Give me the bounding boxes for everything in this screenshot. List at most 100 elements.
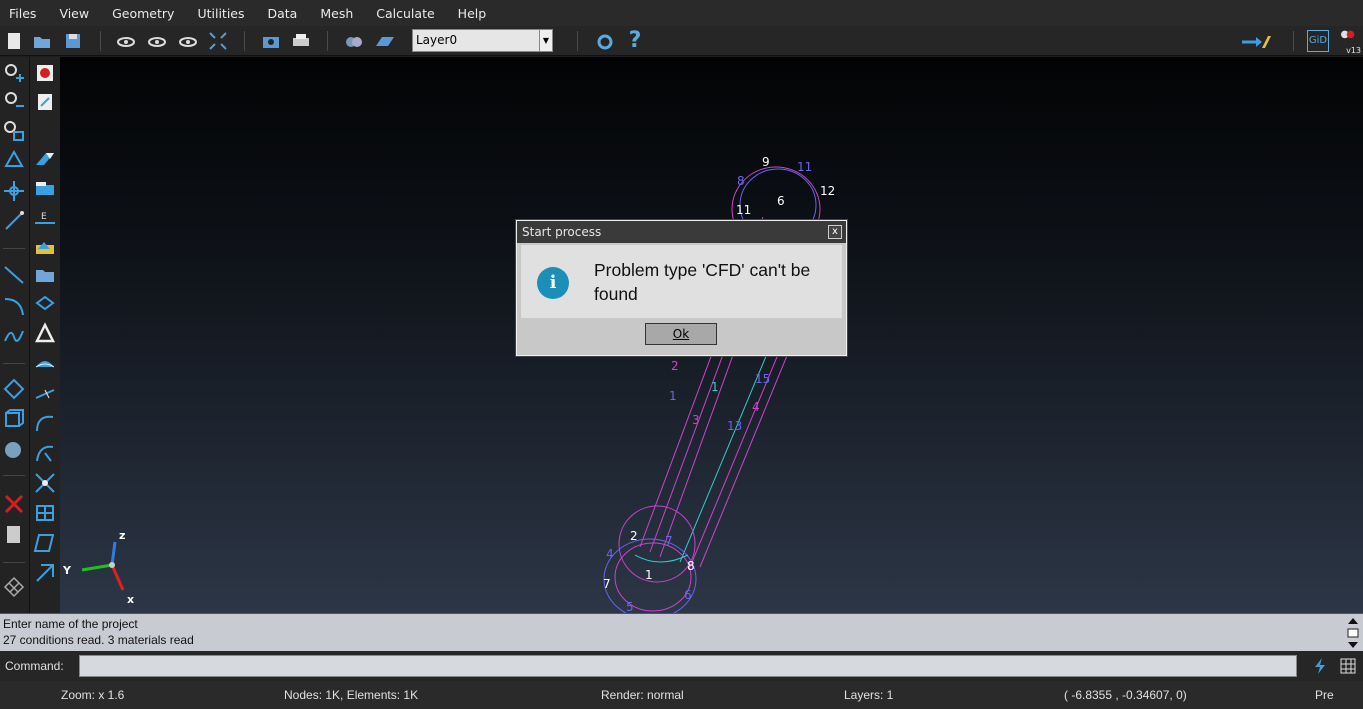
axis-triad (81, 541, 125, 591)
layer-select-value: Layer0 (413, 30, 539, 51)
edit-e-icon[interactable]: E (33, 207, 57, 231)
point-snap-icon[interactable] (33, 291, 57, 315)
curve-edit-icon[interactable] (33, 411, 57, 435)
folder-icon[interactable] (33, 263, 57, 287)
line-icon[interactable] (2, 263, 26, 287)
dialog-message: Problem type 'CFD' can't be found (594, 260, 811, 304)
close-icon[interactable]: x (828, 225, 842, 239)
line-label: 13 (727, 419, 743, 433)
delete-x-icon[interactable] (2, 492, 26, 516)
start-process-dialog: Start process x i Problem type 'CFD' can… (516, 220, 847, 356)
line-label: 15 (755, 372, 771, 386)
toolbar: Layer0 ▼ ? GiD v13 (0, 26, 1363, 56)
intersect-icon[interactable] (33, 471, 57, 495)
curve-split-icon[interactable] (33, 441, 57, 465)
status-render[interactable]: Render: normal (601, 688, 684, 702)
line-label: 1 (669, 389, 677, 403)
menu-mesh[interactable]: Mesh (313, 6, 359, 21)
view-options-icon[interactable] (177, 30, 199, 52)
triangle-tool-icon[interactable] (33, 321, 57, 345)
nurbs-line-icon[interactable] (2, 323, 26, 347)
line-label: 1 (711, 380, 719, 394)
ok-button[interactable]: Ok (645, 323, 717, 345)
line-label: 7 (665, 534, 673, 548)
info-icon: i (537, 267, 569, 299)
grid-icon[interactable] (1338, 656, 1358, 676)
status-coordinates: ( -6.8355 , -0.34607, 0) (1064, 688, 1187, 702)
point-label: 7 (603, 577, 611, 591)
command-bar: Command: (0, 651, 1363, 681)
lightning-icon[interactable] (1310, 656, 1330, 676)
axis-label-x: x (127, 593, 135, 606)
menu-bar: Files View Geometry Utilities Data Mesh … (0, 0, 1363, 26)
left-toolbar-2: E (29, 57, 60, 613)
sphere-icon[interactable] (2, 437, 26, 461)
menu-geometry[interactable]: Geometry (105, 6, 180, 21)
zoom-window-icon[interactable] (2, 119, 26, 143)
gid-badge[interactable]: GiD (1307, 30, 1329, 52)
pan-icon[interactable] (2, 179, 26, 203)
menu-view[interactable]: View (52, 6, 95, 21)
surface-skew-icon[interactable] (33, 531, 57, 555)
transfer-arrow-icon[interactable] (1240, 30, 1274, 52)
point-label: 1 (645, 568, 653, 582)
import-layer-icon[interactable] (33, 235, 57, 259)
output-console: Enter name of the project 27 conditions … (0, 613, 1363, 651)
point-label: 6 (777, 194, 785, 208)
view-eye-icon[interactable] (115, 30, 137, 52)
point-label: 9 (762, 155, 770, 169)
line-label: 4 (752, 400, 760, 414)
gid-version-logo[interactable]: v13 (1335, 30, 1361, 55)
zoom-in-icon[interactable] (2, 61, 26, 85)
transform-icon[interactable] (33, 561, 57, 585)
status-layers: Layers: 1 (844, 688, 894, 702)
output-scrollbar[interactable] (1346, 616, 1360, 650)
line-label: 2 (671, 359, 679, 373)
status-nodes: Nodes: 1K, Elements: 1K (284, 688, 419, 702)
menu-help[interactable]: Help (451, 6, 493, 21)
zoom-frame-icon[interactable] (207, 30, 229, 52)
layer-select[interactable]: Layer0 ▼ (412, 29, 553, 52)
left-toolbar-1 (0, 57, 29, 613)
menu-utilities[interactable]: Utilities (190, 6, 250, 21)
menu-calculate[interactable]: Calculate (369, 6, 440, 21)
line-label: 11 (797, 160, 813, 174)
print-icon[interactable] (290, 30, 312, 52)
surface-icon[interactable] (2, 377, 26, 401)
eraser-icon[interactable] (33, 147, 57, 171)
save-icon[interactable] (62, 30, 84, 52)
mesh-surface-icon[interactable] (33, 351, 57, 375)
layer-plane-icon[interactable] (374, 30, 396, 52)
redraw-icon[interactable] (2, 149, 26, 173)
list-icon[interactable] (2, 523, 26, 547)
zoom-out-icon[interactable] (2, 89, 26, 113)
volume-icon[interactable] (2, 407, 26, 431)
render-icon[interactable] (343, 30, 365, 52)
arrow-line-icon[interactable] (33, 381, 57, 405)
line-label: 3 (692, 413, 700, 427)
rotate-view-icon[interactable] (146, 30, 168, 52)
command-input[interactable] (79, 655, 1297, 677)
status-zoom: Zoom: x 1.6 (61, 688, 125, 702)
menu-files[interactable]: Files (2, 6, 42, 21)
camera-icon[interactable] (260, 30, 282, 52)
help-question-icon[interactable]: ? (624, 30, 646, 52)
mesh-grid-icon[interactable] (2, 575, 26, 599)
surface-mesh-icon[interactable] (33, 501, 57, 525)
line-label: 6 (684, 588, 692, 602)
menu-data[interactable]: Data (261, 6, 304, 21)
line-label: 4 (606, 547, 614, 561)
measure-icon[interactable] (2, 209, 26, 233)
arc-icon[interactable] (2, 293, 26, 317)
new-file-icon[interactable] (3, 30, 25, 52)
point-label: 2 (630, 529, 638, 543)
edit-note-icon[interactable] (33, 90, 57, 114)
status-bar: Zoom: x 1.6 Nodes: 1K, Elements: 1K Rend… (0, 681, 1363, 709)
open-folder-icon[interactable] (31, 30, 53, 52)
chevron-down-icon[interactable]: ▼ (539, 30, 552, 51)
line-label: 5 (626, 600, 634, 613)
record-icon[interactable] (33, 61, 57, 85)
line-label: 8 (737, 174, 745, 188)
layer-icon[interactable] (33, 177, 57, 201)
settings-gear-icon[interactable] (594, 30, 616, 52)
